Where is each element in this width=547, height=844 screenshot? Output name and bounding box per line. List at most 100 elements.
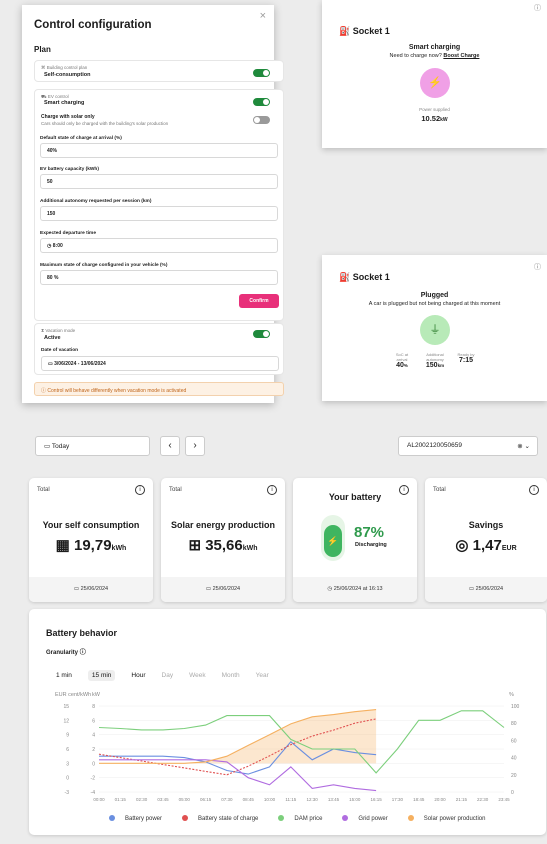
price-tick: 3 <box>66 761 69 767</box>
x-tick: 12:30 <box>307 797 319 802</box>
solar-only-toggle[interactable] <box>253 116 270 124</box>
control-configuration-panel: × Control configuration Plan ⌘ Building … <box>22 5 284 403</box>
vacation-toggle[interactable] <box>253 330 270 338</box>
vacation-section: ⧗ Vacation mode Active Date of vacation … <box>34 323 284 375</box>
device-select[interactable]: AL2002120050659 ⊗ ⌄ <box>398 436 538 456</box>
field-label: Maximum state of charge configured in yo… <box>40 263 168 268</box>
series-line <box>99 759 377 792</box>
clear-chevron-icon[interactable]: ⊗ ⌄ <box>517 442 530 450</box>
x-tick: 07:30 <box>221 797 233 802</box>
stat-card: Total i Your self consumption ▦ 19,79kWh ▭ 2… <box>29 478 153 602</box>
plan-heading: Plan <box>34 45 51 54</box>
x-tick: 13:45 <box>328 797 340 802</box>
info-icon[interactable]: ⓘ <box>534 262 541 272</box>
x-tick: 06:15 <box>200 797 212 802</box>
solar-only-label: Charge with solar only <box>41 114 95 120</box>
stat-card: Total i Savings ◎ 1,47EUR ▭ 25/06/2024 <box>425 478 547 602</box>
granularity-tabs: 1 min 15 min Hour Day Week Month Year <box>56 664 285 682</box>
boost-charge-link[interactable]: Boost Charge <box>443 53 479 59</box>
next-button[interactable]: › <box>185 436 205 456</box>
granularity-tab[interactable]: 15 min <box>87 670 116 681</box>
legend-item[interactable]: Grid power <box>342 815 397 822</box>
calendar-icon: ▭ <box>73 586 81 592</box>
info-icon[interactable]: ⓘ <box>80 650 86 656</box>
close-icon[interactable]: × <box>260 10 266 22</box>
soc-stat: SoC at arrival 40% <box>395 352 409 369</box>
granularity-tab[interactable]: Year <box>256 672 269 679</box>
x-tick: 17:30 <box>392 797 404 802</box>
battery-behavior-card: Battery behavior Granularity ⓘ 1 min 15 m… <box>29 609 546 835</box>
info-icon[interactable]: i <box>267 485 277 495</box>
building-plan-toggle[interactable] <box>253 69 270 77</box>
field-label: Additional autonomy requested per sessio… <box>40 199 152 204</box>
x-tick: 11:15 <box>285 797 296 802</box>
info-icon[interactable]: ⓘ <box>534 3 541 13</box>
x-tick: 10:00 <box>264 797 276 802</box>
vacation-value: Active <box>44 335 61 341</box>
confirm-button[interactable]: Confirm <box>239 294 279 308</box>
field-input[interactable]: 40% <box>40 143 278 158</box>
granularity-tab[interactable]: Week <box>189 672 206 679</box>
granularity-tab[interactable]: Hour <box>131 672 145 679</box>
ev-control-toggle[interactable] <box>253 98 270 106</box>
solar-only-desc: Cars should only be charged with the bui… <box>41 121 169 126</box>
kw-tick: -4 <box>91 790 96 796</box>
info-icon[interactable]: i <box>529 485 539 495</box>
battery-icon: ⚡ <box>321 515 345 561</box>
pct-tick: 20 <box>511 773 517 779</box>
legend-item[interactable]: DAM price <box>278 815 332 822</box>
granularity-tab[interactable]: Day <box>162 672 174 679</box>
x-tick: 01:15 <box>115 797 127 802</box>
stat-card: i Your battery ⚡ 87% Discharging ◷ 25/06/2024… <box>293 478 417 602</box>
ev-control-section: ⛟ EV control Smart charging Charge with … <box>34 89 284 321</box>
granularity-label: Granularity ⓘ <box>46 650 86 656</box>
stat-title: Your battery <box>328 492 382 502</box>
pct-tick: 60 <box>511 738 517 744</box>
date-picker[interactable]: ▭ Today <box>35 436 150 456</box>
legend-item[interactable]: Solar power production <box>407 815 496 822</box>
socket-status: Plugged <box>420 292 449 299</box>
panel-title: Control configuration <box>34 19 152 31</box>
field-input[interactable]: 80 % <box>40 270 278 285</box>
legend-swatch <box>182 815 189 822</box>
building-icon: ▦ <box>55 537 74 554</box>
vacation-date-field[interactable]: ▭ 3/06/2024 - 13/06/2024 <box>41 356 279 371</box>
info-icon[interactable]: i <box>135 485 145 495</box>
x-tick: 16:15 <box>370 797 382 802</box>
x-tick: 08:45 <box>243 797 255 802</box>
prev-button[interactable]: ‹ <box>160 436 180 456</box>
x-tick: 00:00 <box>93 797 105 802</box>
granularity-tab[interactable]: 1 min <box>56 672 72 679</box>
stat-date: ◷ 25/06/2024 at 16:13 <box>293 577 417 602</box>
stat-date: ▭ 25/06/2024 <box>425 577 547 602</box>
granularity-tab[interactable]: Month <box>222 672 240 679</box>
field-input[interactable]: ◷ 8:00 <box>40 238 278 253</box>
legend-item[interactable]: Battery power <box>109 815 172 822</box>
x-tick: 03:45 <box>157 797 169 802</box>
socket-card-plugged: ⓘ ⛽ Socket 1 Plugged A car is plugged bu… <box>322 255 547 401</box>
kw-tick: -2 <box>91 776 96 782</box>
legend-item[interactable]: Battery state of charge <box>182 815 268 822</box>
stat-value: ▦ 19,79kWh <box>55 537 127 554</box>
stat-title: Solar energy production <box>170 520 275 530</box>
battery-percent: 87% <box>354 524 385 541</box>
price-tick: 12 <box>63 718 69 724</box>
total-label: Total <box>433 487 446 493</box>
x-tick: 21:15 <box>456 797 468 802</box>
field-input[interactable]: 150 <box>40 206 278 221</box>
solar-panel-icon: ⊞ <box>188 537 206 554</box>
x-tick: 22:30 <box>477 797 489 802</box>
pct-tick: 0 <box>511 790 514 796</box>
kw-tick: 6 <box>92 718 95 724</box>
field-label: Expected departure time <box>40 231 96 236</box>
battery-chart: EUR cent/kWh kW %15129630-386420-2-4100806… <box>55 692 520 802</box>
left-axis-title: EUR cent/kWh <box>55 692 91 698</box>
socket-card-charging: ⓘ ⛽ Socket 1 Smart charging Need to char… <box>322 0 547 148</box>
socket-title: ⛽ Socket 1 <box>339 272 390 282</box>
socket-status: Smart charging <box>408 44 461 51</box>
legend-swatch <box>407 815 414 822</box>
lightning-icon: ⚡ <box>420 68 450 98</box>
kw-tick: 0 <box>92 761 95 767</box>
x-tick: 02:30 <box>136 797 148 802</box>
field-input[interactable]: 50 <box>40 174 278 189</box>
